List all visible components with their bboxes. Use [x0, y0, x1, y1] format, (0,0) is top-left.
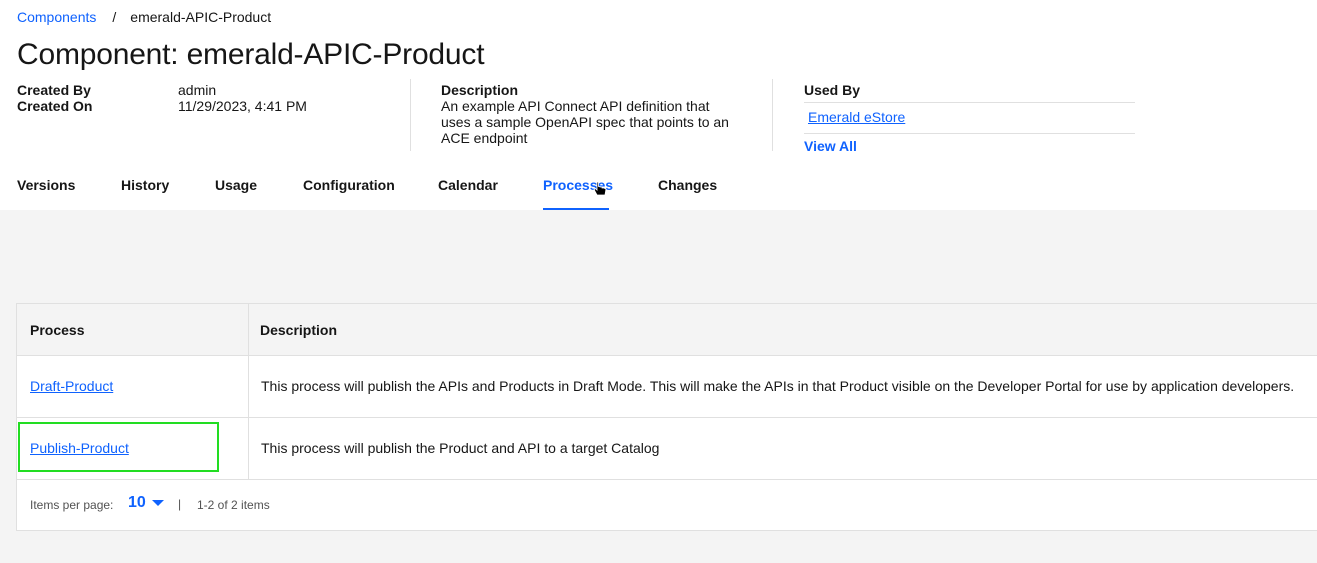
pagination-separator: |	[178, 497, 182, 511]
column-header-process[interactable]: Process	[30, 322, 84, 338]
tab-changes[interactable]: Changes	[658, 177, 717, 210]
used-by-separator	[804, 102, 1135, 103]
page-title: Component: emerald-APIC-Product	[17, 38, 485, 71]
tab-usage[interactable]: Usage	[215, 177, 303, 210]
used-by-block: Used By Emerald eStore View All	[804, 82, 1135, 154]
cell-separator	[248, 304, 249, 355]
divider	[410, 79, 411, 151]
description-line-2: uses a sample OpenAPI spec that points t…	[441, 114, 729, 130]
tab-history[interactable]: History	[121, 177, 215, 210]
created-by-label: Created By	[17, 82, 91, 98]
used-by-separator	[804, 133, 1135, 134]
cell-separator	[248, 418, 249, 479]
tab-versions[interactable]: Versions	[17, 177, 121, 210]
process-description: This process will publish the Product an…	[261, 440, 660, 456]
view-all-link[interactable]: View All	[804, 138, 1135, 154]
breadcrumb: Components / emerald-APIC-Product	[17, 9, 271, 25]
divider	[772, 79, 773, 151]
chevron-down-icon[interactable]	[152, 500, 164, 506]
tab-configuration[interactable]: Configuration	[303, 177, 438, 210]
process-description: This process will publish the APIs and P…	[261, 378, 1295, 394]
process-link-publish-product[interactable]: Publish-Product	[30, 440, 129, 456]
processes-table: Process Description Draft-Product This p…	[16, 303, 1317, 531]
description-line-3: ACE endpoint	[441, 130, 528, 146]
table-header: Process Description	[17, 304, 1317, 356]
used-by-link[interactable]: Emerald eStore	[804, 107, 1135, 129]
description-line-1: An example API Connect API definition th…	[441, 98, 710, 114]
table-row: Draft-Product This process will publish …	[17, 356, 1317, 418]
tab-calendar[interactable]: Calendar	[438, 177, 543, 210]
tab-bar: Versions History Usage Configuration Cal…	[17, 177, 717, 210]
meta-values: admin 11/29/2023, 4:41 PM	[178, 82, 307, 114]
created-on-value: 11/29/2023, 4:41 PM	[178, 98, 307, 114]
items-per-page-label: Items per page:	[30, 498, 114, 512]
process-link-draft-product[interactable]: Draft-Product	[30, 378, 113, 394]
used-by-label: Used By	[804, 82, 861, 98]
hand-cursor-icon	[593, 181, 607, 196]
table-row: Publish-Product This process will publis…	[17, 418, 1317, 480]
cell-separator	[248, 356, 249, 417]
pagination-range: 1-2 of 2 items	[197, 498, 270, 512]
description-block: Description An example API Connect API d…	[441, 82, 741, 146]
column-header-description[interactable]: Description	[260, 322, 337, 338]
items-per-page-select[interactable]: 10	[128, 494, 146, 512]
description-label: Description	[441, 82, 519, 98]
breadcrumb-components-link[interactable]: Components	[17, 9, 96, 25]
created-by-value: admin	[178, 82, 217, 98]
meta-labels: Created By Created On	[17, 82, 92, 114]
created-on-label: Created On	[17, 98, 93, 114]
breadcrumb-current: emerald-APIC-Product	[130, 9, 272, 25]
pagination: Items per page: 10 | 1-2 of 2 items	[17, 479, 1317, 529]
breadcrumb-separator: /	[112, 9, 117, 25]
